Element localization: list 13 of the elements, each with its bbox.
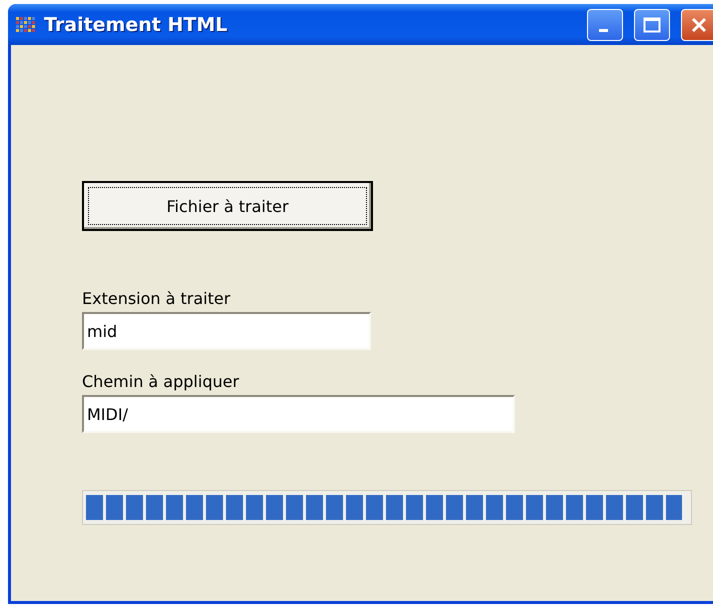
close-icon [691,16,707,32]
input-field[interactable]: mid [82,312,371,350]
choose-file-button[interactable]: Fichier à traiter [82,181,373,231]
minimize-icon [598,29,608,32]
app-icon [16,16,36,34]
input-field[interactable]: MIDI/ [82,395,515,433]
maximize-button[interactable] [634,8,670,40]
field-label: Extension à traiter [82,289,232,308]
maximize-icon [643,16,661,32]
window-title: Traitement HTML [44,14,228,36]
field-label: Chemin à appliquer [82,372,240,391]
minimize-button[interactable] [587,8,623,40]
close-button[interactable] [681,8,713,40]
